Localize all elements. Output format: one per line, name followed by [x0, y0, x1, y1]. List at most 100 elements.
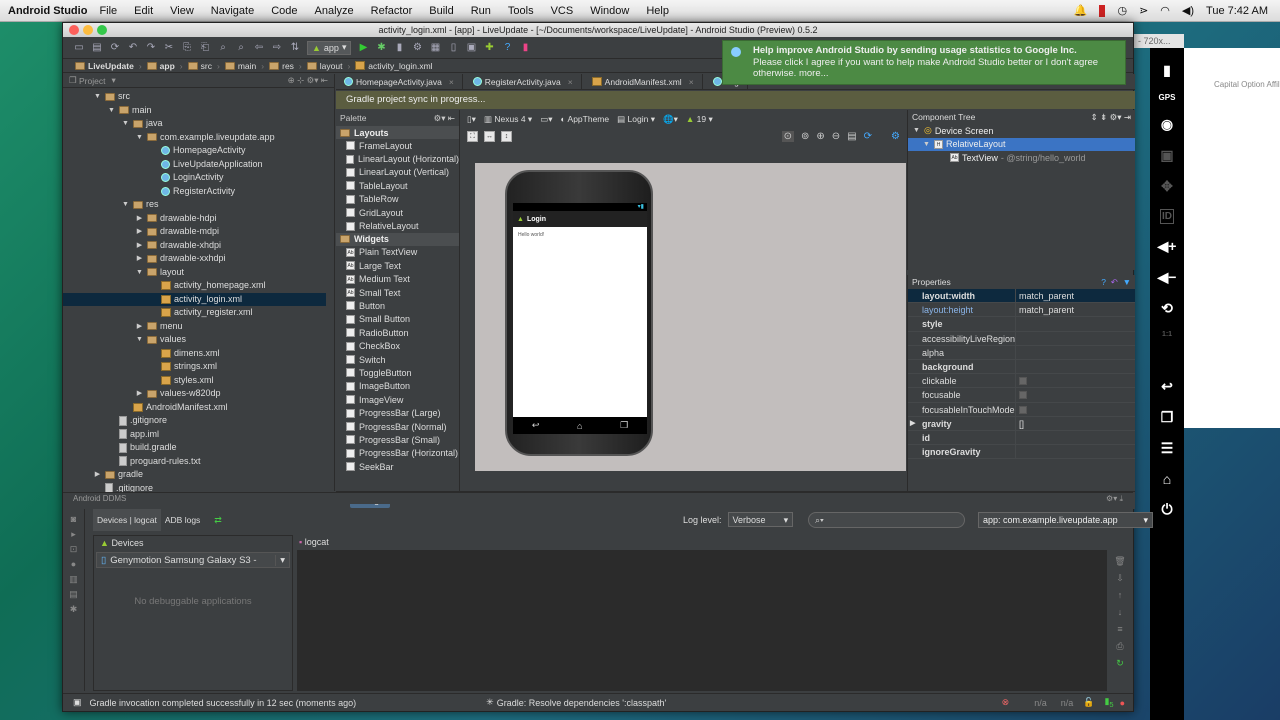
status-message[interactable]: Gradle invocation completed successfully… [90, 698, 357, 708]
tab-homepage-activity[interactable]: HomepageActivity.java × [336, 74, 463, 89]
palette-item[interactable]: ProgressBar (Small) [336, 433, 459, 446]
open-icon[interactable]: ▭ [73, 42, 85, 54]
tree-item[interactable]: LiveUpdateApplication [63, 158, 326, 172]
paste-icon[interactable]: ⎗ [199, 42, 211, 54]
tree-item[interactable]: build.gradle [63, 441, 326, 455]
tab-android-manifest[interactable]: AndroidManifest.xml × [584, 74, 703, 89]
palette-item[interactable]: RadioButton [336, 326, 459, 339]
android-device-monitor-icon[interactable]: ✚ [483, 42, 495, 54]
device-select[interactable]: ▯ Genymotion Samsung Galaxy S3 - ▾ [96, 552, 290, 568]
tree-item[interactable]: .gitignore [63, 414, 326, 428]
tree-item[interactable]: app.iml [63, 428, 326, 442]
palette-item[interactable]: CheckBox [336, 339, 459, 352]
error-icon[interactable]: ● [1120, 698, 1125, 708]
battery-icon[interactable]: ▮ [1163, 62, 1171, 79]
fill-width-icon[interactable]: ↔ [484, 130, 495, 142]
menu-navigate[interactable]: Navigate [211, 5, 254, 17]
palette-item[interactable]: LinearLayout (Horizontal) [336, 152, 459, 165]
usage-stats-notification[interactable]: Help improve Android Studio by sending u… [722, 40, 1126, 85]
menu-tools[interactable]: Tools [508, 5, 534, 17]
property-value[interactable]: [] [1016, 417, 1024, 430]
start-icon[interactable]: ▸ [69, 529, 79, 539]
replace-icon[interactable]: ⌕ [235, 42, 247, 54]
menu-edit[interactable]: Edit [134, 5, 153, 17]
tree-item[interactable]: RegisterActivity [63, 185, 326, 199]
collapsed-arrow-icon[interactable]: ▶ [93, 468, 102, 482]
tree-item[interactable]: ▼ com.example.liveupdate.app [63, 131, 326, 145]
palette-item[interactable]: ProgressBar (Large) [336, 406, 459, 419]
toggle-tool-windows-icon[interactable]: ▣ [73, 697, 82, 708]
property-value[interactable] [1016, 403, 1027, 416]
property-value[interactable] [1016, 431, 1019, 444]
log-level-select[interactable]: Verbose ▾ [727, 512, 794, 527]
ddms-settings-icon[interactable]: ⚙▾ ⤓ [1106, 493, 1123, 505]
tree-item[interactable]: ▼ main [63, 104, 326, 118]
palette-item[interactable]: ProgressBar (Horizontal) [336, 447, 459, 460]
menu-run[interactable]: Run [471, 5, 491, 17]
palette-item[interactable]: Ab Medium Text [336, 273, 459, 286]
soft-wrap-icon[interactable]: ≡ [1113, 621, 1127, 638]
tree-row-textview[interactable]: Ab TextView - @string/hello_world [908, 151, 1135, 165]
expanded-arrow-icon[interactable]: ▼ [107, 104, 116, 118]
attach-debugger-icon[interactable]: ▮ [393, 42, 405, 54]
property-value[interactable] [1016, 360, 1019, 373]
wifi-icon[interactable]: ◠ [1160, 4, 1170, 17]
tree-item[interactable]: ▶ gradle [63, 468, 326, 482]
tree-row-relativelayout[interactable]: ▼ H RelativeLayout [908, 137, 1135, 151]
expanded-arrow-icon[interactable]: ▼ [135, 266, 144, 280]
collapsed-arrow-icon[interactable]: ▶ [135, 212, 144, 226]
palette-section-layouts[interactable]: Layouts [336, 126, 459, 139]
property-value[interactable]: match_parent [1016, 289, 1074, 302]
palette-item[interactable]: ImageView [336, 393, 459, 406]
copy-icon[interactable]: ⎘ [181, 42, 193, 54]
restore-default-icon[interactable]: ↶ [1111, 277, 1118, 287]
make-project-icon[interactable]: ⇅ [289, 42, 301, 54]
activity-select[interactable]: ▤ Login ▾ [617, 114, 655, 125]
battery-status-icon[interactable] [1099, 4, 1106, 17]
breadcrumb-layout[interactable]: layout [306, 61, 342, 71]
gps-icon[interactable]: GPS [1159, 93, 1176, 102]
property-row[interactable]: layout:height match_parent [908, 303, 1135, 318]
camera-icon[interactable]: ◉ [1161, 116, 1173, 133]
expand-arrow-icon[interactable]: ▶ [910, 417, 915, 430]
notification-more-link[interactable]: more... [799, 68, 829, 79]
zoom-out-icon[interactable]: ⊖ [832, 131, 840, 142]
menu-icon[interactable]: ☰ [1161, 440, 1174, 457]
property-row[interactable]: clickable [908, 374, 1135, 389]
tree-item[interactable]: LoginActivity [63, 171, 326, 185]
breadcrumb-app[interactable]: app [146, 61, 175, 71]
property-row[interactable]: layout:width match_parent [908, 289, 1135, 304]
zoom-actual-icon[interactable]: ⊚ [801, 131, 809, 142]
find-icon[interactable]: ⌕ [217, 42, 229, 54]
background-task[interactable]: Gradle: Resolve dependencies ':classpath… [497, 698, 667, 708]
scroll-down-icon[interactable]: ↓ [1113, 604, 1127, 621]
notification-bell-icon[interactable]: 🔔 [1074, 4, 1088, 17]
palette-item[interactable]: ProgressBar (Normal) [336, 420, 459, 433]
tree-item[interactable]: ▶ drawable-mdpi [63, 225, 326, 239]
layout-icon[interactable]: ▥ [69, 574, 79, 584]
property-row[interactable]: ignoreGravity [908, 445, 1135, 460]
settings-icon[interactable]: ⚙ [891, 131, 900, 142]
close-tab-icon[interactable]: × [689, 77, 694, 87]
palette-item[interactable]: RelativeLayout [336, 219, 459, 232]
tree-item[interactable]: styles.xml [63, 374, 326, 388]
zoom-fit-icon[interactable]: ⊙ [781, 130, 795, 142]
close-tab-icon[interactable]: × [568, 77, 573, 87]
palette-item[interactable]: Ab Plain TextView [336, 246, 459, 259]
cut-icon[interactable]: ✂ [163, 42, 175, 54]
locale-select[interactable]: 🌐▾ [663, 114, 678, 125]
breadcrumb-liveupdate[interactable]: LiveUpdate [75, 61, 134, 71]
palette-item[interactable]: FrameLayout [336, 139, 459, 152]
expanded-arrow-icon[interactable]: ▼ [121, 117, 130, 131]
property-value[interactable] [1016, 332, 1019, 345]
palette-item[interactable]: Ab Large Text [336, 259, 459, 272]
restart-icon[interactable]: ↻ [1113, 655, 1127, 672]
breadcrumb-file[interactable]: activity_login.xml [355, 61, 433, 71]
palette-item[interactable]: Switch [336, 353, 459, 366]
help-icon[interactable]: ? [501, 42, 513, 54]
tree-item[interactable]: proguard-rules.txt [63, 455, 326, 469]
tree-item[interactable]: ▶ menu [63, 320, 326, 334]
expanded-arrow-icon[interactable]: ▼ [135, 131, 144, 145]
property-value[interactable] [1016, 317, 1019, 330]
palette-item[interactable]: Button [336, 299, 459, 312]
